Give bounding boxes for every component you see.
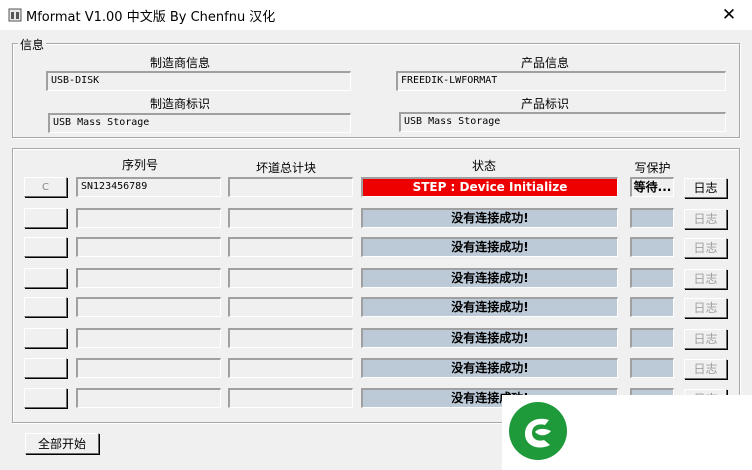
app-icon bbox=[8, 8, 22, 22]
window-title: Mformat V1.00 中文版 By Chenfnu 汉化 bbox=[26, 10, 276, 25]
device-button[interactable]: C bbox=[24, 177, 67, 197]
product-id-label: 产品标识 bbox=[520, 97, 569, 111]
status-field: STEP : Device Initialize bbox=[361, 177, 618, 197]
device-button[interactable] bbox=[24, 328, 67, 348]
status-field: 没有连接成功! bbox=[361, 208, 618, 228]
write-protect-field bbox=[630, 358, 674, 378]
info-legend: 信息 bbox=[18, 36, 47, 53]
manufacturer-id-label: 制造商标识 bbox=[149, 97, 210, 111]
bad-blocks-header: 坏道总计块 bbox=[255, 161, 316, 175]
device-button[interactable] bbox=[24, 358, 67, 378]
bad-blocks-field[interactable] bbox=[228, 268, 353, 288]
status-field: 没有连接成功! bbox=[361, 297, 618, 317]
bad-blocks-field[interactable] bbox=[228, 208, 353, 228]
log-button[interactable]: 日志 bbox=[684, 329, 727, 349]
device-button[interactable] bbox=[24, 237, 67, 257]
write-protect-field bbox=[630, 237, 674, 257]
manufacturer-info-label: 制造商信息 bbox=[149, 56, 210, 70]
log-button[interactable]: 日志 bbox=[684, 178, 727, 198]
bad-blocks-field[interactable] bbox=[228, 297, 353, 317]
write-protect-field bbox=[630, 268, 674, 288]
product-id-field[interactable]: USB Mass Storage bbox=[399, 112, 726, 132]
bad-blocks-field[interactable] bbox=[228, 237, 353, 257]
device-button[interactable] bbox=[24, 208, 67, 228]
status-field: 没有连接成功! bbox=[361, 328, 618, 348]
status-field: 没有连接成功! bbox=[361, 358, 618, 378]
serial-field[interactable] bbox=[76, 388, 221, 408]
serial-field[interactable] bbox=[76, 358, 221, 378]
serial-field[interactable] bbox=[76, 237, 221, 257]
product-info-label: 产品信息 bbox=[520, 56, 569, 70]
log-button[interactable]: 日志 bbox=[684, 359, 727, 379]
device-button[interactable] bbox=[24, 388, 67, 408]
serial-field[interactable] bbox=[76, 208, 221, 228]
manufacturer-id-field[interactable]: USB Mass Storage bbox=[48, 113, 351, 133]
bad-blocks-field[interactable] bbox=[228, 328, 353, 348]
status-field: 没有连接成功! bbox=[361, 237, 618, 257]
log-button[interactable]: 日志 bbox=[684, 298, 727, 318]
write-protect-field bbox=[630, 208, 674, 228]
write-protect-field bbox=[630, 328, 674, 348]
product-info-field[interactable]: FREEDIK-LWFORMAT bbox=[396, 71, 726, 91]
site-logo bbox=[509, 402, 567, 460]
status-header: 状态 bbox=[471, 159, 496, 173]
manufacturer-info-field[interactable]: USB-DISK bbox=[46, 71, 351, 91]
write-protect-field: 等待... bbox=[630, 177, 674, 197]
serial-field[interactable] bbox=[76, 268, 221, 288]
device-button[interactable] bbox=[24, 297, 67, 317]
bad-blocks-field[interactable] bbox=[228, 388, 353, 408]
log-button[interactable]: 日志 bbox=[684, 209, 727, 229]
status-field: 没有连接成功! bbox=[361, 268, 618, 288]
log-button[interactable]: 日志 bbox=[684, 269, 727, 289]
bad-blocks-field[interactable] bbox=[228, 358, 353, 378]
serial-field[interactable] bbox=[76, 297, 221, 317]
write-protect-field bbox=[630, 297, 674, 317]
start-all-button[interactable]: 全部开始 bbox=[25, 433, 99, 454]
write-protect-header: 写保护 bbox=[634, 161, 671, 175]
serial-header: 序列号 bbox=[121, 158, 158, 172]
device-button[interactable] bbox=[24, 268, 67, 288]
serial-field[interactable]: SN123456789 bbox=[76, 177, 221, 197]
close-button[interactable]: ✕ bbox=[706, 0, 752, 30]
log-button[interactable]: 日志 bbox=[684, 238, 727, 258]
serial-field[interactable] bbox=[76, 328, 221, 348]
bad-blocks-field[interactable] bbox=[228, 177, 353, 197]
